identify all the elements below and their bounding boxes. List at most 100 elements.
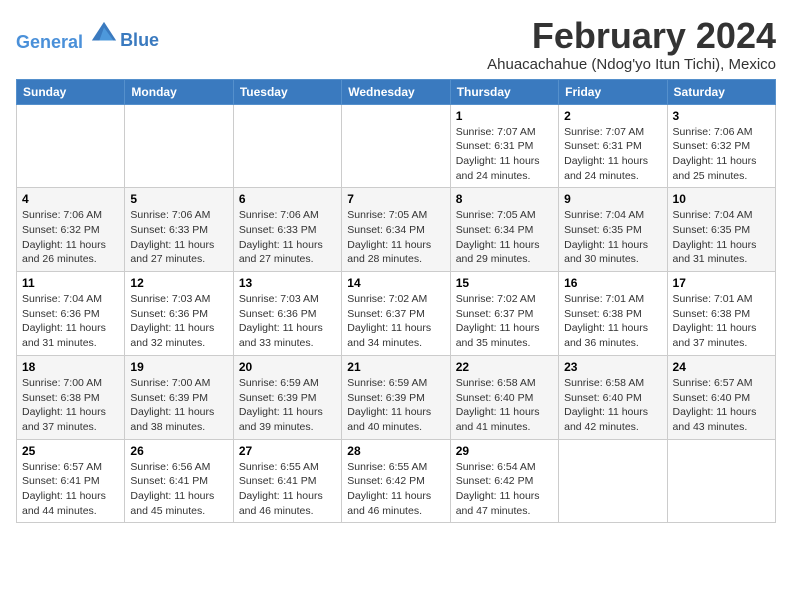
- calendar-cell: 29 Sunrise: 6:54 AM Sunset: 6:42 PM Dayli…: [450, 439, 558, 523]
- day-info: Sunrise: 6:55 AM Sunset: 6:42 PM Dayligh…: [347, 460, 444, 519]
- calendar-cell: 7Sunrise: 7:05 AM Sunset: 6:34 PM Daylig…: [342, 188, 450, 272]
- day-info: Sunrise: 7:04 AM Sunset: 6:35 PM Dayligh…: [564, 208, 661, 267]
- day-number: 29: [456, 444, 553, 458]
- header-day: Sunday: [17, 79, 125, 104]
- calendar-cell: 9 Sunrise: 7:04 AM Sunset: 6:35 PM Daylig…: [559, 188, 667, 272]
- calendar-cell: 20Sunrise: 6:59 AM Sunset: 6:39 PM Dayli…: [233, 355, 341, 439]
- header-day: Thursday: [450, 79, 558, 104]
- day-info: Sunrise: 7:07 AM Sunset: 6:31 PM Dayligh…: [564, 125, 661, 184]
- day-number: 22: [456, 360, 553, 374]
- day-number: 10: [673, 192, 770, 206]
- calendar-week-row: 1 Sunrise: 7:07 AM Sunset: 6:31 PM Daylig…: [17, 104, 776, 188]
- day-number: 3: [673, 109, 770, 123]
- header-day: Wednesday: [342, 79, 450, 104]
- day-number: 27: [239, 444, 336, 458]
- day-number: 4: [22, 192, 119, 206]
- day-info: Sunrise: 7:03 AM Sunset: 6:36 PM Dayligh…: [239, 292, 336, 351]
- day-number: 18: [22, 360, 119, 374]
- month-title: February 2024: [487, 16, 776, 56]
- calendar-cell: 22 Sunrise: 6:58 AM Sunset: 6:40 PM Dayli…: [450, 355, 558, 439]
- day-number: 1: [456, 109, 553, 123]
- header-row: SundayMondayTuesdayWednesdayThursdayFrid…: [17, 79, 776, 104]
- day-number: 8: [456, 192, 553, 206]
- day-number: 13: [239, 276, 336, 290]
- day-info: Sunrise: 7:02 AM Sunset: 6:37 PM Dayligh…: [456, 292, 553, 351]
- day-number: 16: [564, 276, 661, 290]
- calendar-cell: 24Sunrise: 6:57 AM Sunset: 6:40 PM Dayli…: [667, 355, 775, 439]
- day-info: Sunrise: 7:06 AM Sunset: 6:33 PM Dayligh…: [130, 208, 227, 267]
- day-info: Sunrise: 7:04 AM Sunset: 6:36 PM Dayligh…: [22, 292, 119, 351]
- calendar-cell: 11 Sunrise: 7:04 AM Sunset: 6:36 PM Dayli…: [17, 272, 125, 356]
- day-info: Sunrise: 7:03 AM Sunset: 6:36 PM Dayligh…: [130, 292, 227, 351]
- day-info: Sunrise: 6:54 AM Sunset: 6:42 PM Dayligh…: [456, 460, 553, 519]
- day-number: 21: [347, 360, 444, 374]
- day-info: Sunrise: 7:06 AM Sunset: 6:33 PM Dayligh…: [239, 208, 336, 267]
- logo-text: General: [16, 20, 118, 53]
- day-number: 11: [22, 276, 119, 290]
- day-info: Sunrise: 7:06 AM Sunset: 6:32 PM Dayligh…: [673, 125, 770, 184]
- header: General Blue February 2024 Ahuacachahue …: [16, 16, 776, 73]
- calendar-cell: [125, 104, 233, 188]
- calendar-week-row: 11 Sunrise: 7:04 AM Sunset: 6:36 PM Dayli…: [17, 272, 776, 356]
- day-number: 24: [673, 360, 770, 374]
- day-info: Sunrise: 6:58 AM Sunset: 6:40 PM Dayligh…: [456, 376, 553, 435]
- day-number: 6: [239, 192, 336, 206]
- header-day: Tuesday: [233, 79, 341, 104]
- day-info: Sunrise: 7:07 AM Sunset: 6:31 PM Dayligh…: [456, 125, 553, 184]
- calendar-cell: [342, 104, 450, 188]
- day-number: 23: [564, 360, 661, 374]
- calendar-cell: 26 Sunrise: 6:56 AM Sunset: 6:41 PM Dayli…: [125, 439, 233, 523]
- header-day: Friday: [559, 79, 667, 104]
- day-info: Sunrise: 6:58 AM Sunset: 6:40 PM Dayligh…: [564, 376, 661, 435]
- day-info: Sunrise: 6:55 AM Sunset: 6:41 PM Dayligh…: [239, 460, 336, 519]
- location-title: Ahuacachahue (Ndog'yo Itun Tichi), Mexic…: [487, 56, 776, 73]
- calendar-week-row: 4Sunrise: 7:06 AM Sunset: 6:32 PM Daylig…: [17, 188, 776, 272]
- logo: General Blue: [16, 20, 159, 53]
- calendar-cell: 3 Sunrise: 7:06 AM Sunset: 6:32 PM Daylig…: [667, 104, 775, 188]
- calendar-cell: 19 Sunrise: 7:00 AM Sunset: 6:39 PM Dayli…: [125, 355, 233, 439]
- calendar-cell: 13 Sunrise: 7:03 AM Sunset: 6:36 PM Dayli…: [233, 272, 341, 356]
- day-info: Sunrise: 7:04 AM Sunset: 6:35 PM Dayligh…: [673, 208, 770, 267]
- day-number: 7: [347, 192, 444, 206]
- day-number: 5: [130, 192, 227, 206]
- logo-blue: Blue: [120, 31, 159, 51]
- calendar-cell: 18Sunrise: 7:00 AM Sunset: 6:38 PM Dayli…: [17, 355, 125, 439]
- calendar-cell: 12 Sunrise: 7:03 AM Sunset: 6:36 PM Dayli…: [125, 272, 233, 356]
- day-number: 19: [130, 360, 227, 374]
- calendar-cell: 10 Sunrise: 7:04 AM Sunset: 6:35 PM Dayli…: [667, 188, 775, 272]
- calendar-cell: 27 Sunrise: 6:55 AM Sunset: 6:41 PM Dayli…: [233, 439, 341, 523]
- day-number: 15: [456, 276, 553, 290]
- calendar-cell: [17, 104, 125, 188]
- calendar-cell: 28Sunrise: 6:55 AM Sunset: 6:42 PM Dayli…: [342, 439, 450, 523]
- calendar-cell: 15 Sunrise: 7:02 AM Sunset: 6:37 PM Dayli…: [450, 272, 558, 356]
- calendar-cell: 23 Sunrise: 6:58 AM Sunset: 6:40 PM Dayli…: [559, 355, 667, 439]
- header-day: Saturday: [667, 79, 775, 104]
- day-info: Sunrise: 7:00 AM Sunset: 6:39 PM Dayligh…: [130, 376, 227, 435]
- day-info: Sunrise: 7:01 AM Sunset: 6:38 PM Dayligh…: [564, 292, 661, 351]
- day-number: 12: [130, 276, 227, 290]
- calendar-cell: 5 Sunrise: 7:06 AM Sunset: 6:33 PM Daylig…: [125, 188, 233, 272]
- day-number: 26: [130, 444, 227, 458]
- day-info: Sunrise: 7:02 AM Sunset: 6:37 PM Dayligh…: [347, 292, 444, 351]
- calendar-cell: 16 Sunrise: 7:01 AM Sunset: 6:38 PM Dayli…: [559, 272, 667, 356]
- calendar-cell: 21Sunrise: 6:59 AM Sunset: 6:39 PM Dayli…: [342, 355, 450, 439]
- day-info: Sunrise: 6:59 AM Sunset: 6:39 PM Dayligh…: [239, 376, 336, 435]
- day-number: 25: [22, 444, 119, 458]
- calendar-cell: 2 Sunrise: 7:07 AM Sunset: 6:31 PM Daylig…: [559, 104, 667, 188]
- calendar-week-row: 18Sunrise: 7:00 AM Sunset: 6:38 PM Dayli…: [17, 355, 776, 439]
- day-info: Sunrise: 6:56 AM Sunset: 6:41 PM Dayligh…: [130, 460, 227, 519]
- day-number: 17: [673, 276, 770, 290]
- calendar-cell: [559, 439, 667, 523]
- day-number: 2: [564, 109, 661, 123]
- title-area: February 2024 Ahuacachahue (Ndog'yo Itun…: [487, 16, 776, 73]
- calendar-cell: 8 Sunrise: 7:05 AM Sunset: 6:34 PM Daylig…: [450, 188, 558, 272]
- calendar-cell: 4Sunrise: 7:06 AM Sunset: 6:32 PM Daylig…: [17, 188, 125, 272]
- calendar-cell: 6 Sunrise: 7:06 AM Sunset: 6:33 PM Daylig…: [233, 188, 341, 272]
- day-info: Sunrise: 6:57 AM Sunset: 6:41 PM Dayligh…: [22, 460, 119, 519]
- calendar-cell: 1 Sunrise: 7:07 AM Sunset: 6:31 PM Daylig…: [450, 104, 558, 188]
- calendar-table: SundayMondayTuesdayWednesdayThursdayFrid…: [16, 79, 776, 524]
- day-number: 9: [564, 192, 661, 206]
- day-info: Sunrise: 7:05 AM Sunset: 6:34 PM Dayligh…: [456, 208, 553, 267]
- calendar-cell: 25 Sunrise: 6:57 AM Sunset: 6:41 PM Dayli…: [17, 439, 125, 523]
- calendar-cell: 14Sunrise: 7:02 AM Sunset: 6:37 PM Dayli…: [342, 272, 450, 356]
